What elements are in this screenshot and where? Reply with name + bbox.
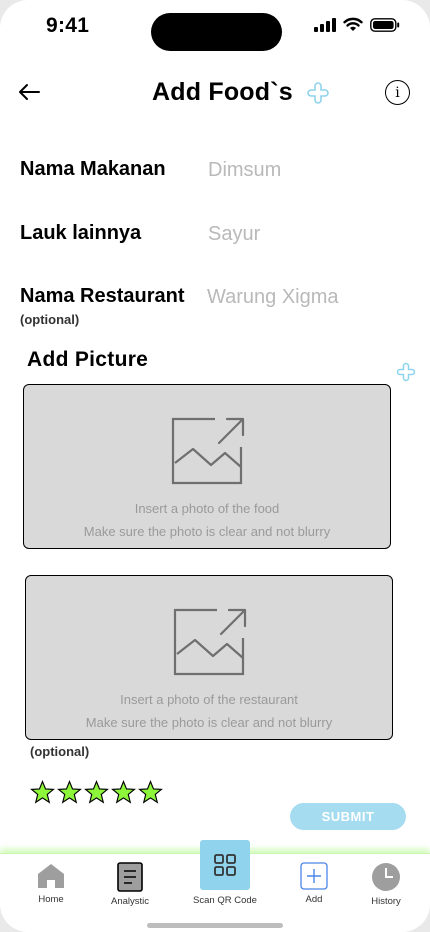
restaurant-photo-upload[interactable]: Insert a photo of the restaurant Make su… (25, 575, 393, 740)
qr-grid-icon (214, 854, 236, 876)
nav-item-home[interactable]: Home (11, 862, 91, 905)
star-icon[interactable] (57, 780, 82, 805)
plus-decor-icon (307, 82, 329, 104)
submit-button[interactable]: SUBMIT (290, 803, 406, 830)
restaurant-optional-label: (optional) (20, 312, 80, 327)
status-time: 9:41 (46, 14, 90, 37)
nav-item-add[interactable]: Add (274, 862, 354, 905)
image-upload-icon (173, 608, 247, 676)
restaurant-name-label: Nama Restaurant (20, 285, 185, 307)
info-button[interactable]: i (385, 80, 410, 105)
battery-icon (370, 17, 400, 32)
star-icon[interactable] (111, 780, 136, 805)
food-name-label: Nama Makanan (20, 158, 166, 180)
home-icon (38, 864, 64, 888)
star-icon[interactable] (138, 780, 163, 805)
cellular-signal-icon (314, 17, 336, 32)
info-icon: i (395, 84, 400, 101)
document-icon (117, 862, 143, 892)
wifi-icon (343, 17, 363, 31)
star-icon[interactable] (84, 780, 109, 805)
home-indicator (147, 923, 283, 928)
arrow-left-icon (19, 84, 40, 100)
side-dish-input[interactable] (208, 220, 408, 248)
star-icon[interactable] (30, 780, 55, 805)
nav-label-add: Add (305, 894, 323, 905)
nav-label-scan-qr[interactable]: Scan QR Code (175, 895, 275, 906)
nav-item-history[interactable]: History (346, 862, 426, 907)
back-button[interactable] (16, 80, 42, 104)
restaurant-photo-hint: Insert a photo of the restaurant (120, 692, 298, 707)
dynamic-island (151, 13, 282, 51)
food-photo-upload[interactable]: Insert a photo of the food Make sure the… (23, 384, 391, 549)
side-dish-label: Lauk lainnya (20, 222, 142, 244)
image-upload-icon (171, 417, 245, 485)
nav-item-analystic[interactable]: Analystic (90, 862, 170, 907)
add-square-icon (300, 862, 328, 890)
page-title: Add Food`s (152, 78, 293, 106)
restaurant-photo-optional-note: (optional) (30, 744, 90, 759)
restaurant-photo-subhint: Make sure the photo is clear and not blu… (85, 715, 333, 730)
nav-label-analystic: Analystic (110, 896, 149, 907)
add-food-screen: 9:41 Add Food`s i Nama Makanan Dimsum La… (0, 0, 430, 932)
food-name-input[interactable] (208, 156, 408, 184)
add-picture-plus-icon[interactable] (395, 361, 417, 383)
status-icons (314, 17, 400, 32)
scan-qr-button[interactable] (200, 840, 250, 890)
food-photo-hint: Insert a photo of the food (134, 501, 280, 516)
food-photo-subhint: Make sure the photo is clear and not blu… (83, 524, 331, 539)
clock-icon (372, 863, 400, 891)
star-rating (30, 780, 163, 805)
add-picture-title: Add Picture (27, 348, 149, 371)
nav-label-history: History (371, 896, 401, 907)
nav-label-home: Home (38, 894, 64, 905)
restaurant-name-input[interactable] (207, 283, 407, 311)
